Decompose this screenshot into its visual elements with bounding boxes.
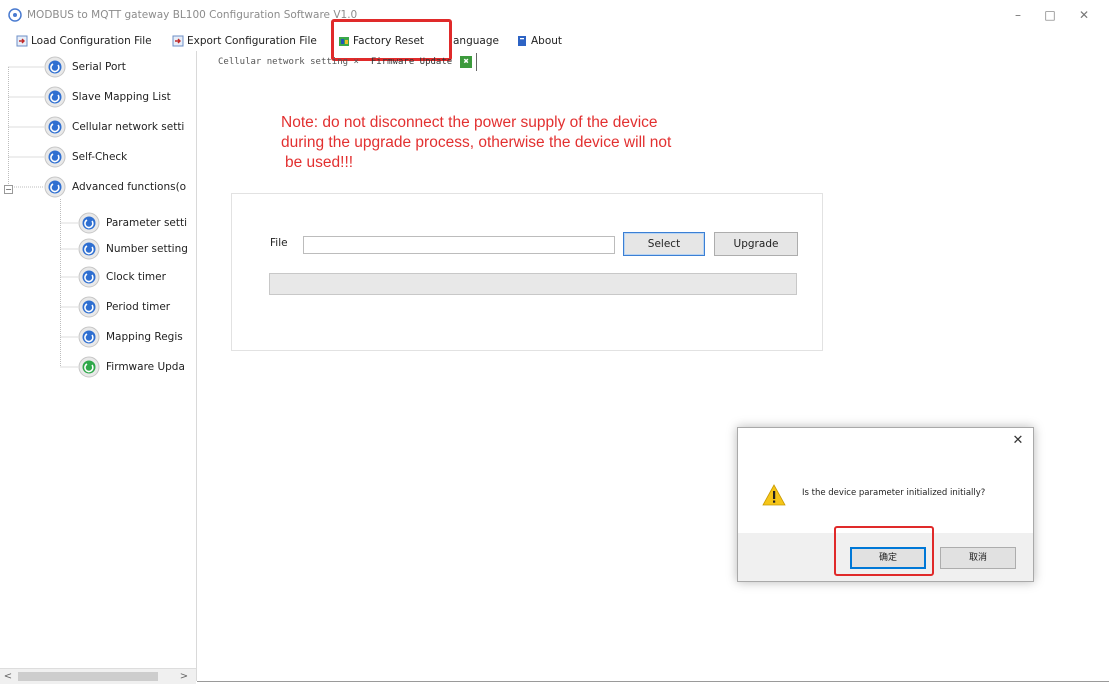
- tab-strip: Cellular network setting × Firmware Upda…: [212, 52, 478, 72]
- gear-blue-icon: [44, 56, 66, 78]
- tab-separator: [476, 53, 478, 71]
- warning-icon: [762, 484, 786, 506]
- sidebar-item-self-check[interactable]: Self-Check: [44, 145, 127, 169]
- sidebar-item-label: Serial Port: [72, 61, 126, 73]
- tab-cellular-network-setting[interactable]: Cellular network setting ×: [212, 57, 365, 67]
- note-line-2: during the upgrade process, otherwise th…: [281, 134, 672, 151]
- sidebar-item-label: Advanced functions(o: [72, 181, 187, 193]
- sidebar-item-mapping-register[interactable]: Mapping Regis: [78, 325, 183, 349]
- sidebar-item-label: Slave Mapping List: [72, 91, 171, 103]
- sidebar-item-number-setting[interactable]: Number setting: [78, 237, 188, 261]
- file-label: File: [270, 237, 288, 249]
- dialog-close-icon[interactable]: ✕: [1011, 434, 1025, 448]
- language-label: anguage: [453, 35, 499, 47]
- gear-blue-icon: [78, 326, 100, 348]
- gear-blue-icon: [44, 146, 66, 168]
- note-line-3: be used!!!: [285, 154, 354, 171]
- sidebar-item-label: Clock timer: [106, 271, 166, 283]
- close-window-button[interactable]: ✕: [1069, 5, 1099, 25]
- language-menu[interactable]: anguage: [453, 33, 499, 49]
- bottom-border: [197, 681, 1109, 682]
- export-configuration-menu[interactable]: Export Configuration File: [172, 33, 317, 49]
- sidebar-item-serial-port[interactable]: Serial Port: [44, 55, 126, 79]
- sidebar-item-label: Parameter setti: [106, 217, 188, 229]
- load-configuration-label: Load Configuration File: [31, 35, 152, 47]
- export-icon: [172, 35, 184, 47]
- firmware-file-path-input[interactable]: [303, 236, 615, 254]
- close-tab-icon[interactable]: ✖: [460, 56, 473, 68]
- ok-button-highlight: [834, 526, 934, 576]
- title-bar: MODBUS to MQTT gateway BL100 Configurati…: [0, 0, 1109, 30]
- firmware-upgrade-panel: [231, 193, 823, 351]
- sidebar-item-label: Firmware Upda: [106, 361, 185, 373]
- scroll-thumb[interactable]: [18, 672, 158, 681]
- gear-green-icon: [78, 356, 100, 378]
- dialog-cancel-button[interactable]: 取消: [940, 547, 1016, 569]
- sidebar-item-label: Number setting: [106, 243, 188, 255]
- minimize-button[interactable]: –: [1003, 5, 1033, 25]
- maximize-button[interactable]: □: [1035, 5, 1065, 25]
- gear-blue-icon: [44, 116, 66, 138]
- gear-blue-icon: [78, 212, 100, 234]
- sidebar-item-parameter-setting[interactable]: Parameter setti: [78, 211, 187, 235]
- sidebar-item-firmware-update[interactable]: Firmware Upda: [78, 355, 185, 379]
- app-icon: [8, 8, 22, 22]
- sidebar-item-period-timer[interactable]: Period timer: [78, 295, 170, 319]
- sidebar-item-cellular-network[interactable]: Cellular network setti: [44, 115, 184, 139]
- gear-blue-icon: [78, 296, 100, 318]
- gear-blue-icon: [44, 176, 66, 198]
- gear-blue-icon: [44, 86, 66, 108]
- menu-bar: Load Configuration File Export Configura…: [0, 30, 1109, 50]
- scroll-left-arrow[interactable]: <: [0, 669, 16, 685]
- upgrade-button[interactable]: Upgrade: [714, 232, 798, 256]
- window-title: MODBUS to MQTT gateway BL100 Configurati…: [27, 9, 358, 21]
- navigation-tree: − Serial Port Slave Mapping List Cellula…: [0, 51, 197, 684]
- sidebar-horizontal-scrollbar[interactable]: < >: [0, 668, 196, 684]
- sidebar-item-label: Mapping Regis: [106, 331, 183, 343]
- note-line-1: Note: do not disconnect the power supply…: [281, 114, 658, 131]
- tab-firmware-update[interactable]: Firmware Update: [365, 57, 458, 67]
- sidebar-item-label: Self-Check: [72, 151, 128, 163]
- dialog-message: Is the device parameter initialized init…: [802, 488, 986, 498]
- sidebar-item-advanced-functions[interactable]: Advanced functions(o: [44, 175, 186, 199]
- select-file-button[interactable]: Select: [623, 232, 705, 256]
- advanced-functions-expander[interactable]: −: [4, 185, 13, 194]
- sidebar-item-clock-timer[interactable]: Clock timer: [78, 265, 166, 289]
- about-label: About: [531, 35, 563, 47]
- about-book-icon: [518, 36, 526, 46]
- export-configuration-label: Export Configuration File: [187, 35, 317, 47]
- upgrade-progress-bar: [269, 273, 797, 295]
- sidebar-item-slave-mapping-list[interactable]: Slave Mapping List: [44, 85, 171, 109]
- upgrade-warning-note: Note: do not disconnect the power supply…: [281, 113, 801, 173]
- scroll-right-arrow[interactable]: >: [176, 669, 192, 685]
- load-configuration-menu[interactable]: Load Configuration File: [16, 33, 152, 49]
- import-icon: [16, 35, 28, 47]
- sidebar-item-label: Period timer: [106, 301, 171, 313]
- gear-blue-icon: [78, 238, 100, 260]
- sidebar-item-label: Cellular network setti: [72, 121, 185, 133]
- gear-blue-icon: [78, 266, 100, 288]
- about-menu[interactable]: About: [516, 33, 562, 49]
